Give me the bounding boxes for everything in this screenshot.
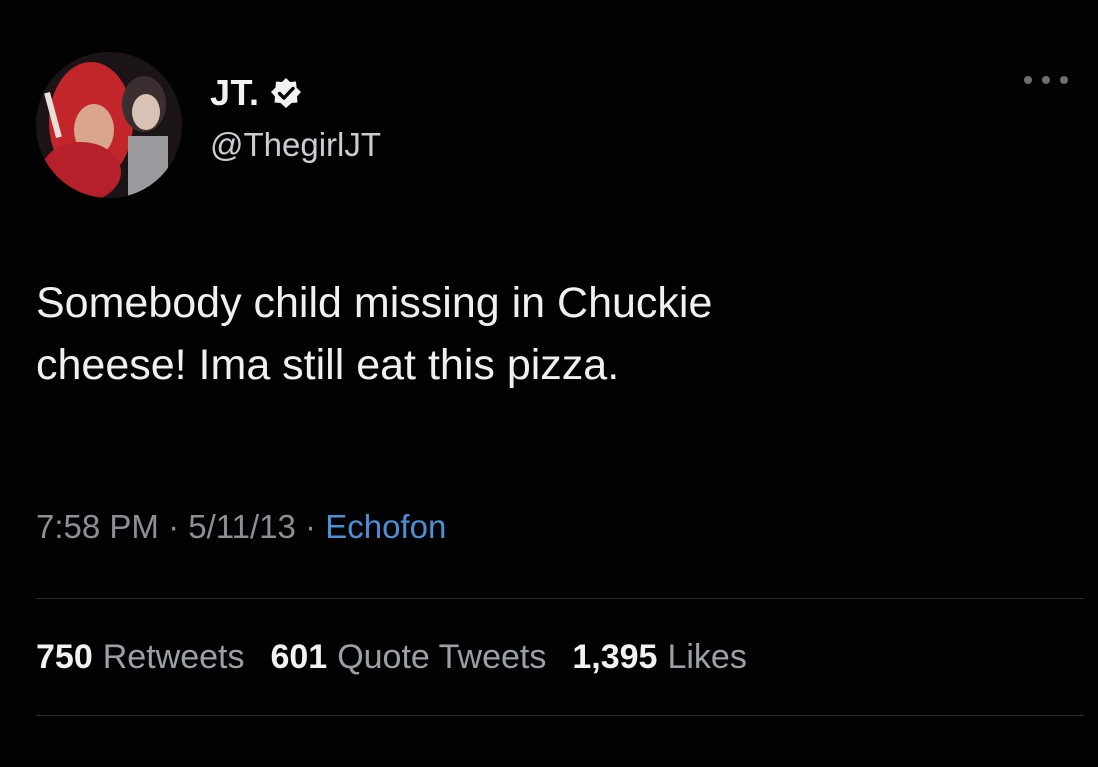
author-handle[interactable]: @ThegirlJT	[210, 126, 381, 164]
tweet-card: JT. @ThegirlJT Somebody child missing in…	[0, 0, 1098, 767]
retweets-label[interactable]: Retweets	[103, 638, 245, 677]
more-options-icon[interactable]	[1024, 70, 1068, 90]
meta-separator: ·	[295, 508, 326, 545]
tweet-stats: 750 Retweets 601 Quote Tweets 1,395 Like…	[36, 638, 773, 677]
author-name-row: JT.	[210, 72, 302, 114]
quote-tweets-label[interactable]: Quote Tweets	[337, 638, 546, 677]
avatar-image	[36, 52, 182, 198]
retweets-count[interactable]: 750	[36, 638, 93, 677]
tweet-text-line: cheese! Ima still eat this pizza.	[36, 341, 620, 389]
tweet-text-line: Somebody child missing in Chuckie	[36, 279, 713, 327]
tweet-date[interactable]: 5/11/13	[188, 508, 296, 546]
likes-label[interactable]: Likes	[667, 638, 746, 677]
tweet-meta: 7:58 PM · 5/11/13 · Echofon	[36, 508, 446, 546]
more-dot	[1042, 76, 1050, 84]
likes-count[interactable]: 1,395	[572, 638, 657, 677]
more-dot	[1060, 76, 1068, 84]
meta-separator: ·	[158, 508, 189, 545]
divider	[36, 598, 1084, 599]
quote-tweets-count[interactable]: 601	[270, 638, 327, 677]
avatar[interactable]	[36, 52, 182, 198]
tweet-time[interactable]: 7:58 PM	[36, 508, 159, 546]
verified-badge-icon	[270, 77, 302, 109]
divider	[36, 715, 1084, 716]
more-dot	[1024, 76, 1032, 84]
author-display-name[interactable]: JT.	[210, 72, 260, 114]
tweet-source-link[interactable]: Echofon	[325, 508, 446, 546]
tweet-text: Somebody child missing in Chuckie cheese…	[36, 272, 1066, 396]
